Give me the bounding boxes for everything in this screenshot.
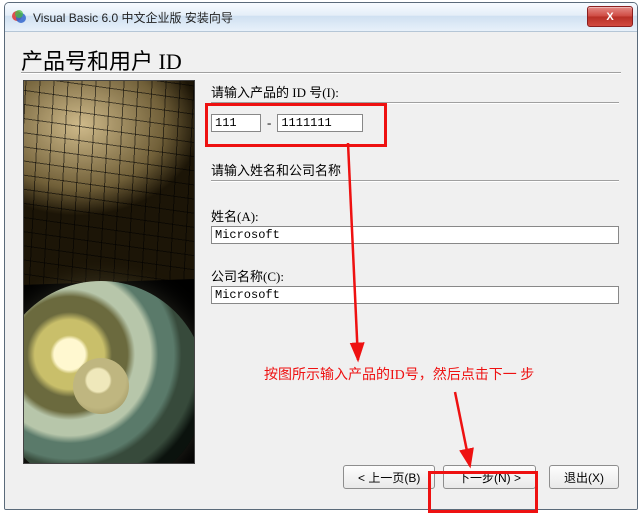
product-id-row: - [211,114,619,132]
separator-1 [211,102,619,104]
label-name: 姓名(A): [211,206,619,225]
heading-separator [21,72,621,74]
name-field[interactable] [211,226,619,244]
product-id-field-2[interactable] [277,114,363,132]
button-bar: < 上一页(B) 下一步(N) > 退出(X) [5,465,637,497]
close-icon: X [606,11,613,23]
keyboard-image [23,80,195,285]
app-icon [11,9,27,25]
annotation-text: 按图所示输入产品的ID号，然后点击下一 步 [264,364,534,384]
titlebar: Visual Basic 6.0 中文企业版 安装向导 X [5,3,637,32]
product-id-field-1[interactable] [211,114,261,132]
back-button[interactable]: < 上一页(B) [343,465,435,489]
cd-disc-image [23,281,195,464]
window-title: Visual Basic 6.0 中文企业版 安装向导 [33,9,233,26]
next-button[interactable]: 下一步(N) > [443,465,536,489]
form-area: 请输入产品的 ID 号(I): - 请输入姓名和公司名称 姓名(A): 公司名称… [211,80,619,453]
id-dash: - [267,115,271,131]
content-area: 产品号和用户 ID 请输入产品的 ID 号(I): - 请输入姓名和公司名称 姓… [5,32,637,509]
separator-2 [211,180,619,182]
label-company: 公司名称(C): [211,266,619,285]
close-button[interactable]: X [587,6,633,27]
installer-window: Visual Basic 6.0 中文企业版 安装向导 X 产品号和用户 ID … [4,2,638,510]
side-image [23,80,195,464]
label-enter-name-company: 请输入姓名和公司名称 [211,160,619,179]
exit-button[interactable]: 退出(X) [549,465,619,489]
label-enter-id: 请输入产品的 ID 号(I): [211,82,619,101]
company-field[interactable] [211,286,619,304]
